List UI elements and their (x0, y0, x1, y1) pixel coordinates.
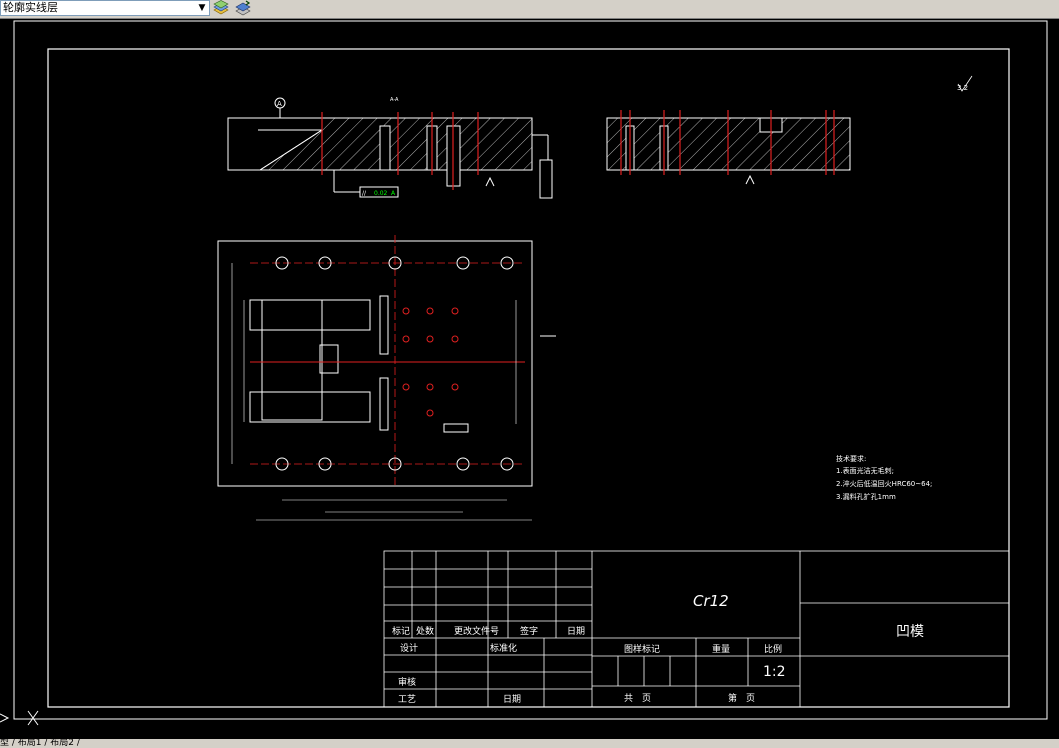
svg-text:2.淬火后低温回火HRC60~64;: 2.淬火后低温回火HRC60~64; (836, 479, 932, 488)
svg-text:技术要求:: 技术要求: (836, 454, 866, 463)
svg-text:设计: 设计 (400, 642, 418, 654)
tech-requirements: 技术要求: 1.表面光洁无毛刺; 2.淬火后低温回火HRC60~64; 3.漏料… (836, 454, 932, 501)
svg-text:0.02: 0.02 (374, 190, 388, 197)
svg-text:凹模: 凹模 (896, 624, 924, 640)
plan-view (217, 235, 556, 521)
layer-states-icon[interactable] (212, 0, 230, 17)
svg-text:A: A (277, 100, 282, 108)
layer-dropdown-value: 轮廓实线层 (3, 1, 58, 14)
chevron-down-icon[interactable]: ▼ (195, 1, 209, 15)
svg-text:审核: 审核 (398, 676, 416, 688)
section-view-a-a: A-A A // 0.02 A (227, 97, 553, 199)
svg-text:第 页: 第 页 (728, 692, 755, 704)
svg-text:共 页: 共 页 (624, 693, 651, 704)
title-block-text: 标记 处数 更改文件号 签字 日期 设计 标准化 审核 工艺 日期 图样标记 重… (392, 592, 924, 705)
svg-text:比例: 比例 (764, 643, 782, 655)
svg-text://: // (362, 190, 367, 197)
svg-text:1.表面光洁无毛刺;: 1.表面光洁无毛刺; (836, 466, 894, 475)
ucs-icon (0, 710, 39, 726)
svg-text:日期: 日期 (503, 694, 521, 705)
svg-text:标记: 标记 (392, 625, 410, 637)
svg-text:日期: 日期 (567, 626, 585, 637)
toolbar: 轮廓实线层 ▼ (0, 0, 1059, 19)
svg-text:A-A: A-A (390, 97, 399, 103)
drawing-canvas[interactable]: 3.2 A-A A // 0.02 A 技术要求: 1.表面光洁无毛刺; 2.淬… (0, 19, 1059, 739)
svg-text:签字: 签字 (520, 625, 538, 637)
svg-text:3.漏料孔扩孔1mm: 3.漏料孔扩孔1mm (836, 492, 896, 501)
svg-text:Cr12: Cr12 (693, 592, 729, 610)
layout-tabs-label[interactable]: 型 / 布局1 / 布局2 / (0, 739, 80, 748)
svg-text:更改文件号: 更改文件号 (454, 625, 499, 637)
layout-tabs[interactable]: 型 / 布局1 / 布局2 / (0, 739, 1059, 748)
svg-text:重量: 重量 (712, 643, 730, 655)
svg-text:图样标记: 图样标记 (624, 643, 660, 655)
svg-text:处数: 处数 (416, 625, 434, 637)
svg-text:1:2: 1:2 (763, 664, 786, 680)
layer-previous-icon[interactable] (234, 0, 252, 17)
svg-text:工艺: 工艺 (398, 694, 416, 705)
layer-dropdown[interactable]: 轮廓实线层 ▼ (0, 0, 210, 16)
section-view-b (606, 110, 851, 185)
svg-text:A: A (391, 190, 396, 197)
svg-text:标准化: 标准化 (490, 642, 517, 654)
roughness-symbol: 3.2 (957, 75, 973, 92)
